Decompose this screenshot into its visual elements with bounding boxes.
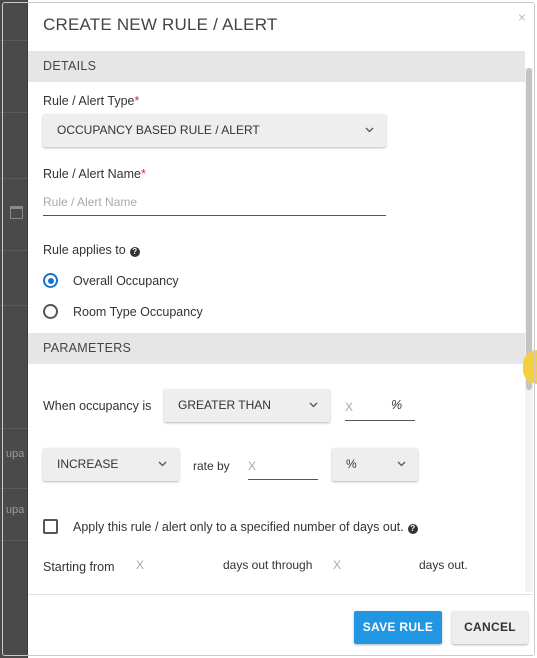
room-type-occupancy-label[interactable]: Room Type Occupancy xyxy=(73,305,203,319)
alert-type-selected-value: OCCUPANCY BASED RULE / ALERT xyxy=(57,123,260,137)
threshold-unit: % xyxy=(391,398,403,412)
backdrop-divider xyxy=(0,428,28,429)
close-icon[interactable]: × xyxy=(515,10,529,24)
question-circle-icon[interactable]: ? xyxy=(129,247,140,257)
days-out-label: days out. xyxy=(419,558,468,572)
chevron-down-icon xyxy=(309,389,318,422)
chevron-down-icon xyxy=(158,448,167,481)
days-out-checkbox-text: Apply this rule / alert only to a specif… xyxy=(73,520,404,534)
start-days-placeholder: X xyxy=(136,558,145,572)
backdrop-divider xyxy=(0,112,28,113)
backdrop-divider xyxy=(0,250,28,251)
details-section-header: DETAILS xyxy=(28,51,525,82)
rate-unit-selected-value: % xyxy=(346,457,357,471)
days-out-checkbox-label[interactable]: Apply this rule / alert only to a specif… xyxy=(73,520,418,534)
start-days-input[interactable]: X xyxy=(136,551,208,579)
overall-occupancy-label[interactable]: Overall Occupancy xyxy=(73,274,179,288)
calendar-icon xyxy=(10,206,23,219)
days-out-through-label: days out through xyxy=(223,558,313,572)
action-select[interactable]: INCREASE xyxy=(43,448,179,481)
rate-placeholder: X xyxy=(248,459,257,473)
scrollbar-thumb[interactable] xyxy=(526,68,532,390)
required-marker: * xyxy=(140,167,146,181)
rate-by-label: rate by xyxy=(193,459,230,473)
question-circle-icon[interactable]: ? xyxy=(407,524,418,534)
when-occupancy-label: When occupancy is xyxy=(43,399,152,413)
action-selected-value: INCREASE xyxy=(57,457,119,471)
comparison-select[interactable]: GREATER THAN xyxy=(164,389,330,422)
alert-type-label: Rule / Alert Type* xyxy=(43,94,139,108)
room-type-occupancy-radio[interactable] xyxy=(43,304,58,319)
backdrop-text: upa xyxy=(6,448,25,460)
days-out-checkbox[interactable] xyxy=(43,519,58,534)
overall-occupancy-radio[interactable] xyxy=(43,273,58,288)
alert-name-label: Rule / Alert Name* xyxy=(43,167,146,181)
create-rule-modal: CREATE NEW RULE / ALERT × DETAILS Rule /… xyxy=(28,2,533,654)
applies-to-label-text: Rule applies to xyxy=(43,243,126,257)
rate-unit-select[interactable]: % xyxy=(332,448,418,481)
backdrop-text: upa xyxy=(6,504,25,516)
parameters-section-header: PARAMETERS xyxy=(28,333,525,364)
starting-from-label: Starting from xyxy=(43,560,115,574)
chevron-down-icon xyxy=(397,448,406,481)
alert-name-label-text: Rule / Alert Name xyxy=(43,167,141,181)
rate-input[interactable]: X xyxy=(248,452,318,480)
end-days-placeholder: X xyxy=(333,558,342,572)
page-backdrop: upa upa xyxy=(0,0,28,658)
backdrop-divider xyxy=(0,40,28,41)
comparison-selected-value: GREATER THAN xyxy=(178,398,271,412)
backdrop-divider xyxy=(0,488,28,489)
threshold-placeholder: X xyxy=(345,400,354,414)
alert-type-label-text: Rule / Alert Type xyxy=(43,94,135,108)
required-marker: * xyxy=(134,94,140,108)
backdrop-divider xyxy=(0,178,28,179)
chevron-down-icon xyxy=(365,114,374,147)
save-rule-button[interactable]: SAVE RULE xyxy=(354,611,442,644)
modal-title: CREATE NEW RULE / ALERT xyxy=(43,15,278,34)
threshold-input[interactable]: X xyxy=(345,393,415,421)
cancel-button[interactable]: CANCEL xyxy=(452,611,528,644)
alert-type-select[interactable]: OCCUPANCY BASED RULE / ALERT xyxy=(43,114,386,147)
backdrop-divider xyxy=(0,305,28,306)
alert-name-placeholder: Rule / Alert Name xyxy=(43,195,138,209)
end-days-input[interactable]: X xyxy=(333,551,405,579)
footer-divider xyxy=(28,594,533,595)
backdrop-divider xyxy=(0,540,28,541)
alert-name-input[interactable]: Rule / Alert Name xyxy=(43,188,386,216)
applies-to-label: Rule applies to? xyxy=(43,243,140,257)
